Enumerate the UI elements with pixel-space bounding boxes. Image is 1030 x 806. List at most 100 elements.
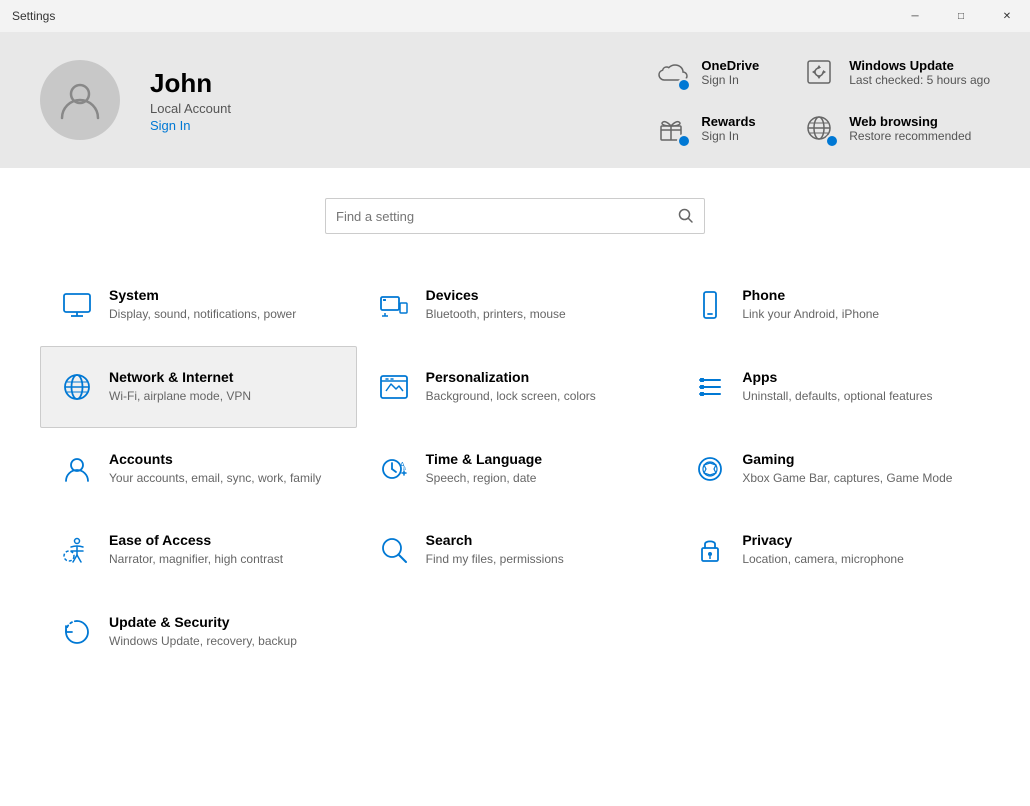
web-browsing-title: Web browsing (849, 114, 971, 129)
devices-title: Devices (426, 287, 566, 303)
time-language-desc: Speech, region, date (426, 470, 542, 487)
system-title: System (109, 287, 296, 303)
privacy-icon (694, 534, 726, 566)
devices-icon (378, 289, 410, 321)
ease-of-access-text: Ease of Access Narrator, magnifier, high… (109, 532, 283, 568)
services-area: OneDrive Sign In Rewards Sig (651, 52, 990, 148)
onedrive-title: OneDrive (701, 58, 759, 73)
network-desc: Wi-Fi, airplane mode, VPN (109, 388, 251, 405)
user-avatar-icon (56, 76, 104, 124)
windows-update-text: Windows Update Last checked: 5 hours ago (849, 58, 990, 87)
privacy-desc: Location, camera, microphone (742, 551, 903, 568)
setting-system[interactable]: System Display, sound, notifications, po… (40, 264, 357, 346)
network-title: Network & Internet (109, 369, 251, 385)
accounts-title: Accounts (109, 451, 321, 467)
system-text: System Display, sound, notifications, po… (109, 287, 296, 323)
rewards-subtitle: Sign In (701, 129, 755, 143)
gaming-desc: Xbox Game Bar, captures, Game Mode (742, 470, 952, 487)
phone-desc: Link your Android, iPhone (742, 306, 879, 323)
setting-search[interactable]: Search Find my files, permissions (357, 509, 674, 591)
window-controls: ─ □ ✕ (892, 0, 1030, 32)
ease-of-access-icon (61, 534, 93, 566)
search-input[interactable] (336, 209, 670, 224)
phone-icon (694, 289, 726, 321)
personalization-text: Personalization Background, lock screen,… (426, 369, 596, 405)
system-icon (61, 289, 93, 321)
onedrive-subtitle: Sign In (701, 73, 759, 87)
search-container (40, 198, 990, 234)
ease-of-access-desc: Narrator, magnifier, high contrast (109, 551, 283, 568)
apps-title: Apps (742, 369, 932, 385)
setting-phone[interactable]: Phone Link your Android, iPhone (673, 264, 990, 346)
svg-text:a: a (403, 466, 406, 472)
services-column-2: Windows Update Last checked: 5 hours ago (799, 52, 990, 148)
personalization-title: Personalization (426, 369, 596, 385)
service-web-browsing[interactable]: Web browsing Restore recommended (799, 108, 990, 148)
setting-personalization[interactable]: Personalization Background, lock screen,… (357, 346, 674, 428)
gaming-text: Gaming Xbox Game Bar, captures, Game Mod… (742, 451, 952, 487)
windows-update-title: Windows Update (849, 58, 990, 73)
search-icon (678, 208, 694, 224)
setting-update-security[interactable]: Update & Security Windows Update, recove… (40, 591, 357, 673)
setting-devices[interactable]: Devices Bluetooth, printers, mouse (357, 264, 674, 346)
onedrive-text: OneDrive Sign In (701, 58, 759, 87)
accounts-icon (61, 453, 93, 485)
avatar (40, 60, 120, 140)
search-box[interactable] (325, 198, 705, 234)
setting-network[interactable]: Network & Internet Wi-Fi, airplane mode,… (40, 346, 357, 428)
phone-title: Phone (742, 287, 879, 303)
accounts-text: Accounts Your accounts, email, sync, wor… (109, 451, 321, 487)
web-browsing-icon-wrapper (799, 108, 839, 148)
time-language-icon: A a (378, 453, 410, 485)
privacy-text: Privacy Location, camera, microphone (742, 532, 903, 568)
app-title: Settings (12, 9, 55, 23)
setting-ease-of-access[interactable]: Ease of Access Narrator, magnifier, high… (40, 509, 357, 591)
apps-text: Apps Uninstall, defaults, optional featu… (742, 369, 932, 405)
gaming-icon (694, 453, 726, 485)
setting-apps[interactable]: Apps Uninstall, defaults, optional featu… (673, 346, 990, 428)
rewards-title: Rewards (701, 114, 755, 129)
profile-area: John Local Account Sign In OneDrive Sign… (0, 32, 1030, 168)
services-column-1: OneDrive Sign In Rewards Sig (651, 52, 759, 148)
update-security-desc: Windows Update, recovery, backup (109, 633, 297, 650)
web-browsing-text: Web browsing Restore recommended (849, 114, 971, 143)
update-security-text: Update & Security Windows Update, recove… (109, 614, 297, 650)
devices-desc: Bluetooth, printers, mouse (426, 306, 566, 323)
phone-text: Phone Link your Android, iPhone (742, 287, 879, 323)
update-security-title: Update & Security (109, 614, 297, 630)
search-text: Search Find my files, permissions (426, 532, 564, 568)
setting-time-language[interactable]: A a Time & Language Speech, region, date (357, 428, 674, 510)
apps-desc: Uninstall, defaults, optional features (742, 388, 932, 405)
web-browsing-subtitle: Restore recommended (849, 129, 971, 143)
user-info: John Local Account Sign In (150, 68, 231, 133)
network-icon (61, 371, 93, 403)
service-windows-update[interactable]: Windows Update Last checked: 5 hours ago (799, 52, 990, 92)
close-button[interactable]: ✕ (984, 0, 1030, 32)
search-desc: Find my files, permissions (426, 551, 564, 568)
time-language-text: Time & Language Speech, region, date (426, 451, 542, 487)
settings-grid: System Display, sound, notifications, po… (40, 264, 990, 673)
maximize-button[interactable]: □ (938, 0, 984, 32)
onedrive-icon-wrapper (651, 52, 691, 92)
main-content: System Display, sound, notifications, po… (0, 168, 1030, 806)
personalization-icon (378, 371, 410, 403)
windows-update-subtitle: Last checked: 5 hours ago (849, 73, 990, 87)
devices-text: Devices Bluetooth, printers, mouse (426, 287, 566, 323)
service-rewards[interactable]: Rewards Sign In (651, 108, 759, 148)
windows-update-icon-wrapper (799, 52, 839, 92)
search-settings-icon (378, 534, 410, 566)
privacy-title: Privacy (742, 532, 903, 548)
onedrive-dot (677, 78, 691, 92)
windows-update-icon (801, 54, 837, 90)
network-text: Network & Internet Wi-Fi, airplane mode,… (109, 369, 251, 405)
setting-accounts[interactable]: Accounts Your accounts, email, sync, wor… (40, 428, 357, 510)
setting-gaming[interactable]: Gaming Xbox Game Bar, captures, Game Mod… (673, 428, 990, 510)
sign-in-link[interactable]: Sign In (150, 118, 231, 133)
rewards-text: Rewards Sign In (701, 114, 755, 143)
minimize-button[interactable]: ─ (892, 0, 938, 32)
titlebar: Settings ─ □ ✕ (0, 0, 1030, 32)
search-title: Search (426, 532, 564, 548)
setting-privacy[interactable]: Privacy Location, camera, microphone (673, 509, 990, 591)
service-onedrive[interactable]: OneDrive Sign In (651, 52, 759, 92)
system-desc: Display, sound, notifications, power (109, 306, 296, 323)
